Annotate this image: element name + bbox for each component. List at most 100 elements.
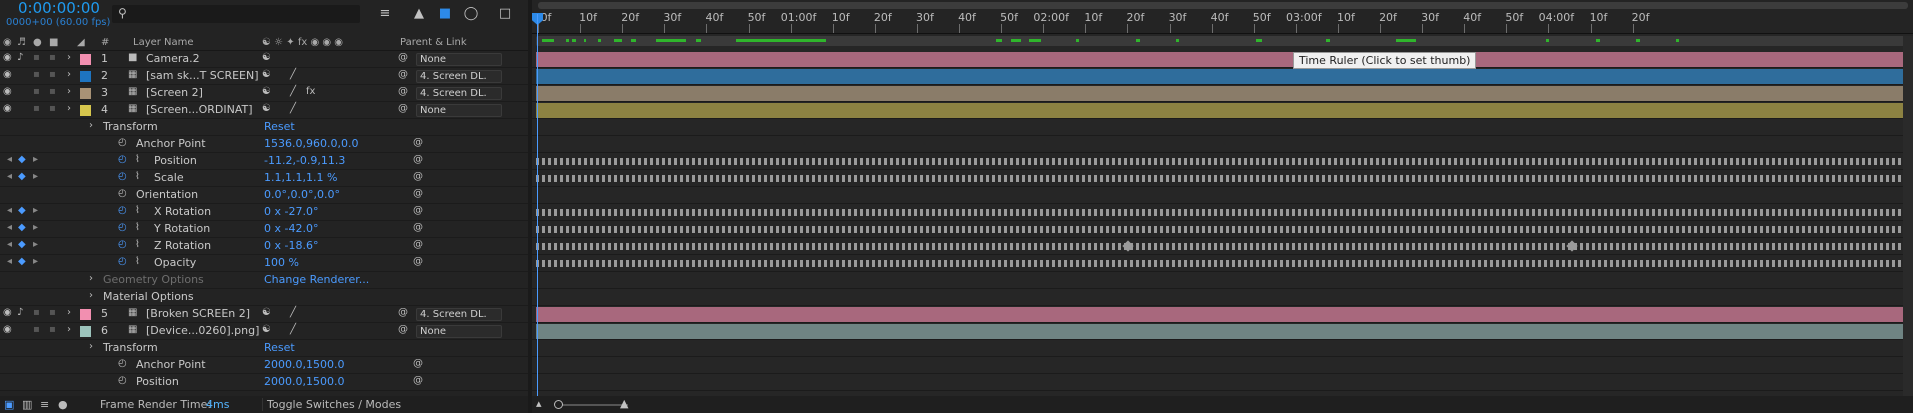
layer-row[interactable]: ◉ ♪ ▪ ▪ › 1 ■ Camera.2 ☯ @ None: [0, 51, 528, 68]
expand-chevron-icon[interactable]: ›: [89, 341, 93, 352]
effects-switch-icon[interactable]: fx: [306, 86, 315, 97]
property-value[interactable]: 100 %: [264, 256, 299, 269]
label-color-swatch[interactable]: [80, 105, 91, 116]
parent-dropdown[interactable]: 4. Screen DL.: [416, 70, 502, 83]
quality-switch-icon[interactable]: ╱: [290, 324, 296, 335]
expand-chevron-icon[interactable]: ›: [67, 69, 71, 80]
graph-icon[interactable]: ⌇: [135, 154, 140, 165]
expression-spiral-icon[interactable]: @: [413, 375, 423, 386]
link-spiral-icon[interactable]: @: [398, 307, 408, 318]
layer-duration-bar[interactable]: [536, 52, 1907, 67]
lock-toggle[interactable]: ▪: [49, 307, 56, 318]
graph-icon[interactable]: ⌇: [135, 171, 140, 182]
keyframe-strip[interactable]: [536, 209, 1907, 216]
layer-duration-bar[interactable]: [536, 86, 1907, 101]
shy-layers-icon[interactable]: ■: [436, 6, 454, 22]
keyframe-strip[interactable]: [536, 243, 1907, 250]
change-renderer-link[interactable]: Change Renderer...: [264, 273, 369, 286]
comp-mini-flowchart-icon[interactable]: ≡: [376, 6, 394, 22]
shy-switch-icon[interactable]: ☯: [262, 86, 271, 97]
property-value[interactable]: 0.0°,0.0°,0.0°: [264, 188, 340, 201]
expression-spiral-icon[interactable]: @: [413, 205, 423, 216]
graph-icon[interactable]: ⌇: [135, 205, 140, 216]
expression-spiral-icon[interactable]: @: [413, 358, 423, 369]
expression-spiral-icon[interactable]: @: [413, 188, 423, 199]
link-spiral-icon[interactable]: @: [398, 103, 408, 114]
link-spiral-icon[interactable]: @: [398, 52, 408, 63]
keyframe-strip[interactable]: [536, 226, 1907, 233]
property-value[interactable]: 0 x -27.0°: [264, 205, 318, 218]
expand-chevron-icon[interactable]: ›: [67, 103, 71, 114]
visibility-eye-icon[interactable]: ◉: [3, 69, 12, 80]
expression-spiral-icon[interactable]: @: [413, 171, 423, 182]
layer-name-header[interactable]: Layer Name: [133, 37, 194, 48]
audio-icon[interactable]: ♪: [17, 52, 23, 63]
stopwatch-icon[interactable]: ◴: [118, 205, 127, 216]
prev-keyframe-icon[interactable]: ◂: [7, 222, 12, 233]
visibility-eye-icon[interactable]: ◉: [3, 86, 12, 97]
quality-switch-icon[interactable]: ╱: [290, 307, 296, 318]
shy-switch-icon[interactable]: ☯: [262, 52, 271, 63]
layer-name[interactable]: [Screen...ORDINAT]: [146, 103, 253, 116]
lock-toggle[interactable]: ▪: [49, 324, 56, 335]
solo-toggle[interactable]: ▪: [33, 52, 40, 63]
work-area-bar[interactable]: [536, 36, 1908, 46]
prev-keyframe-icon[interactable]: ◂: [7, 239, 12, 250]
property-value[interactable]: 1.1,1.1,1.1 %: [264, 171, 337, 184]
property-value[interactable]: 2000.0,1500.0: [264, 358, 344, 371]
solo-toggle[interactable]: ▪: [33, 307, 40, 318]
solo-toggle[interactable]: ▪: [33, 86, 40, 97]
label-color-swatch[interactable]: [80, 71, 91, 82]
parent-dropdown[interactable]: None: [416, 325, 502, 338]
layer-name[interactable]: [Device...0260].png]: [146, 324, 259, 337]
add-keyframe-icon[interactable]: ◆: [18, 171, 26, 182]
stopwatch-icon[interactable]: ◴: [118, 256, 127, 267]
layer-name[interactable]: [Broken SCREEn 2]: [146, 307, 250, 320]
property-value[interactable]: -11.2,-0.9,11.3: [264, 154, 345, 167]
next-keyframe-icon[interactable]: ▸: [33, 239, 38, 250]
parent-dropdown[interactable]: 4. Screen DL.: [416, 308, 502, 321]
stopwatch-icon[interactable]: ◴: [118, 137, 127, 148]
property-value[interactable]: 0 x -18.6°: [264, 239, 318, 252]
keyframe-strip[interactable]: [536, 158, 1907, 165]
shy-switch-icon[interactable]: ☯: [262, 307, 271, 318]
label-color-swatch[interactable]: [80, 309, 91, 320]
current-time-indicator[interactable]: [537, 14, 538, 409]
audio-icon[interactable]: ♪: [17, 307, 23, 318]
label-color-swatch[interactable]: [80, 326, 91, 337]
graph-icon[interactable]: ⌇: [135, 256, 140, 267]
next-keyframe-icon[interactable]: ▸: [33, 222, 38, 233]
toggle-switches-button[interactable]: Toggle Switches / Modes: [262, 398, 401, 411]
graph-icon[interactable]: ⌇: [135, 222, 140, 233]
label-color-swatch[interactable]: [80, 88, 91, 99]
expression-spiral-icon[interactable]: @: [413, 137, 423, 148]
stopwatch-icon[interactable]: ◴: [118, 239, 127, 250]
next-keyframe-icon[interactable]: ▸: [33, 256, 38, 267]
visibility-eye-icon[interactable]: ◉: [3, 307, 12, 318]
keyframe-strip[interactable]: [536, 260, 1907, 267]
prev-keyframe-icon[interactable]: ◂: [7, 256, 12, 267]
transfer-controls-icon[interactable]: ▥: [22, 398, 32, 411]
keyframe-strip[interactable]: [536, 175, 1907, 182]
next-keyframe-icon[interactable]: ▸: [33, 171, 38, 182]
property-value[interactable]: 1536.0,960.0,0.0: [264, 137, 358, 150]
zoom-out-icon[interactable]: ▴: [536, 397, 542, 410]
stopwatch-icon[interactable]: ◴: [118, 154, 127, 165]
layer-name[interactable]: [Screen 2]: [146, 86, 203, 99]
shy-switch-icon[interactable]: ☯: [262, 103, 271, 114]
layer-row[interactable]: ◉ ▪ ▪ › 6 ▦ [Device...0260].png] ☯ ╱ @ None: [0, 323, 528, 340]
parent-dropdown[interactable]: 4. Screen DL.: [416, 87, 502, 100]
expand-chevron-icon[interactable]: ›: [67, 52, 71, 63]
prev-keyframe-icon[interactable]: ◂: [7, 205, 12, 216]
link-spiral-icon[interactable]: @: [398, 324, 408, 335]
expand-chevron-icon[interactable]: ›: [67, 307, 71, 318]
solo-toggle[interactable]: ▪: [33, 324, 40, 335]
quality-switch-icon[interactable]: ╱: [290, 86, 296, 97]
add-keyframe-icon[interactable]: ◆: [18, 154, 26, 165]
next-keyframe-icon[interactable]: ▸: [33, 154, 38, 165]
in-out-icon[interactable]: ≡: [40, 398, 49, 411]
layer-row[interactable]: ◉ ▪ ▪ › 4 ▦ [Screen...ORDINAT] ☯ ╱ @ None: [0, 102, 528, 119]
shy-switch-icon[interactable]: ☯: [262, 324, 271, 335]
zoom-in-icon[interactable]: ▲: [620, 397, 628, 410]
expand-chevron-icon[interactable]: ›: [89, 273, 93, 284]
